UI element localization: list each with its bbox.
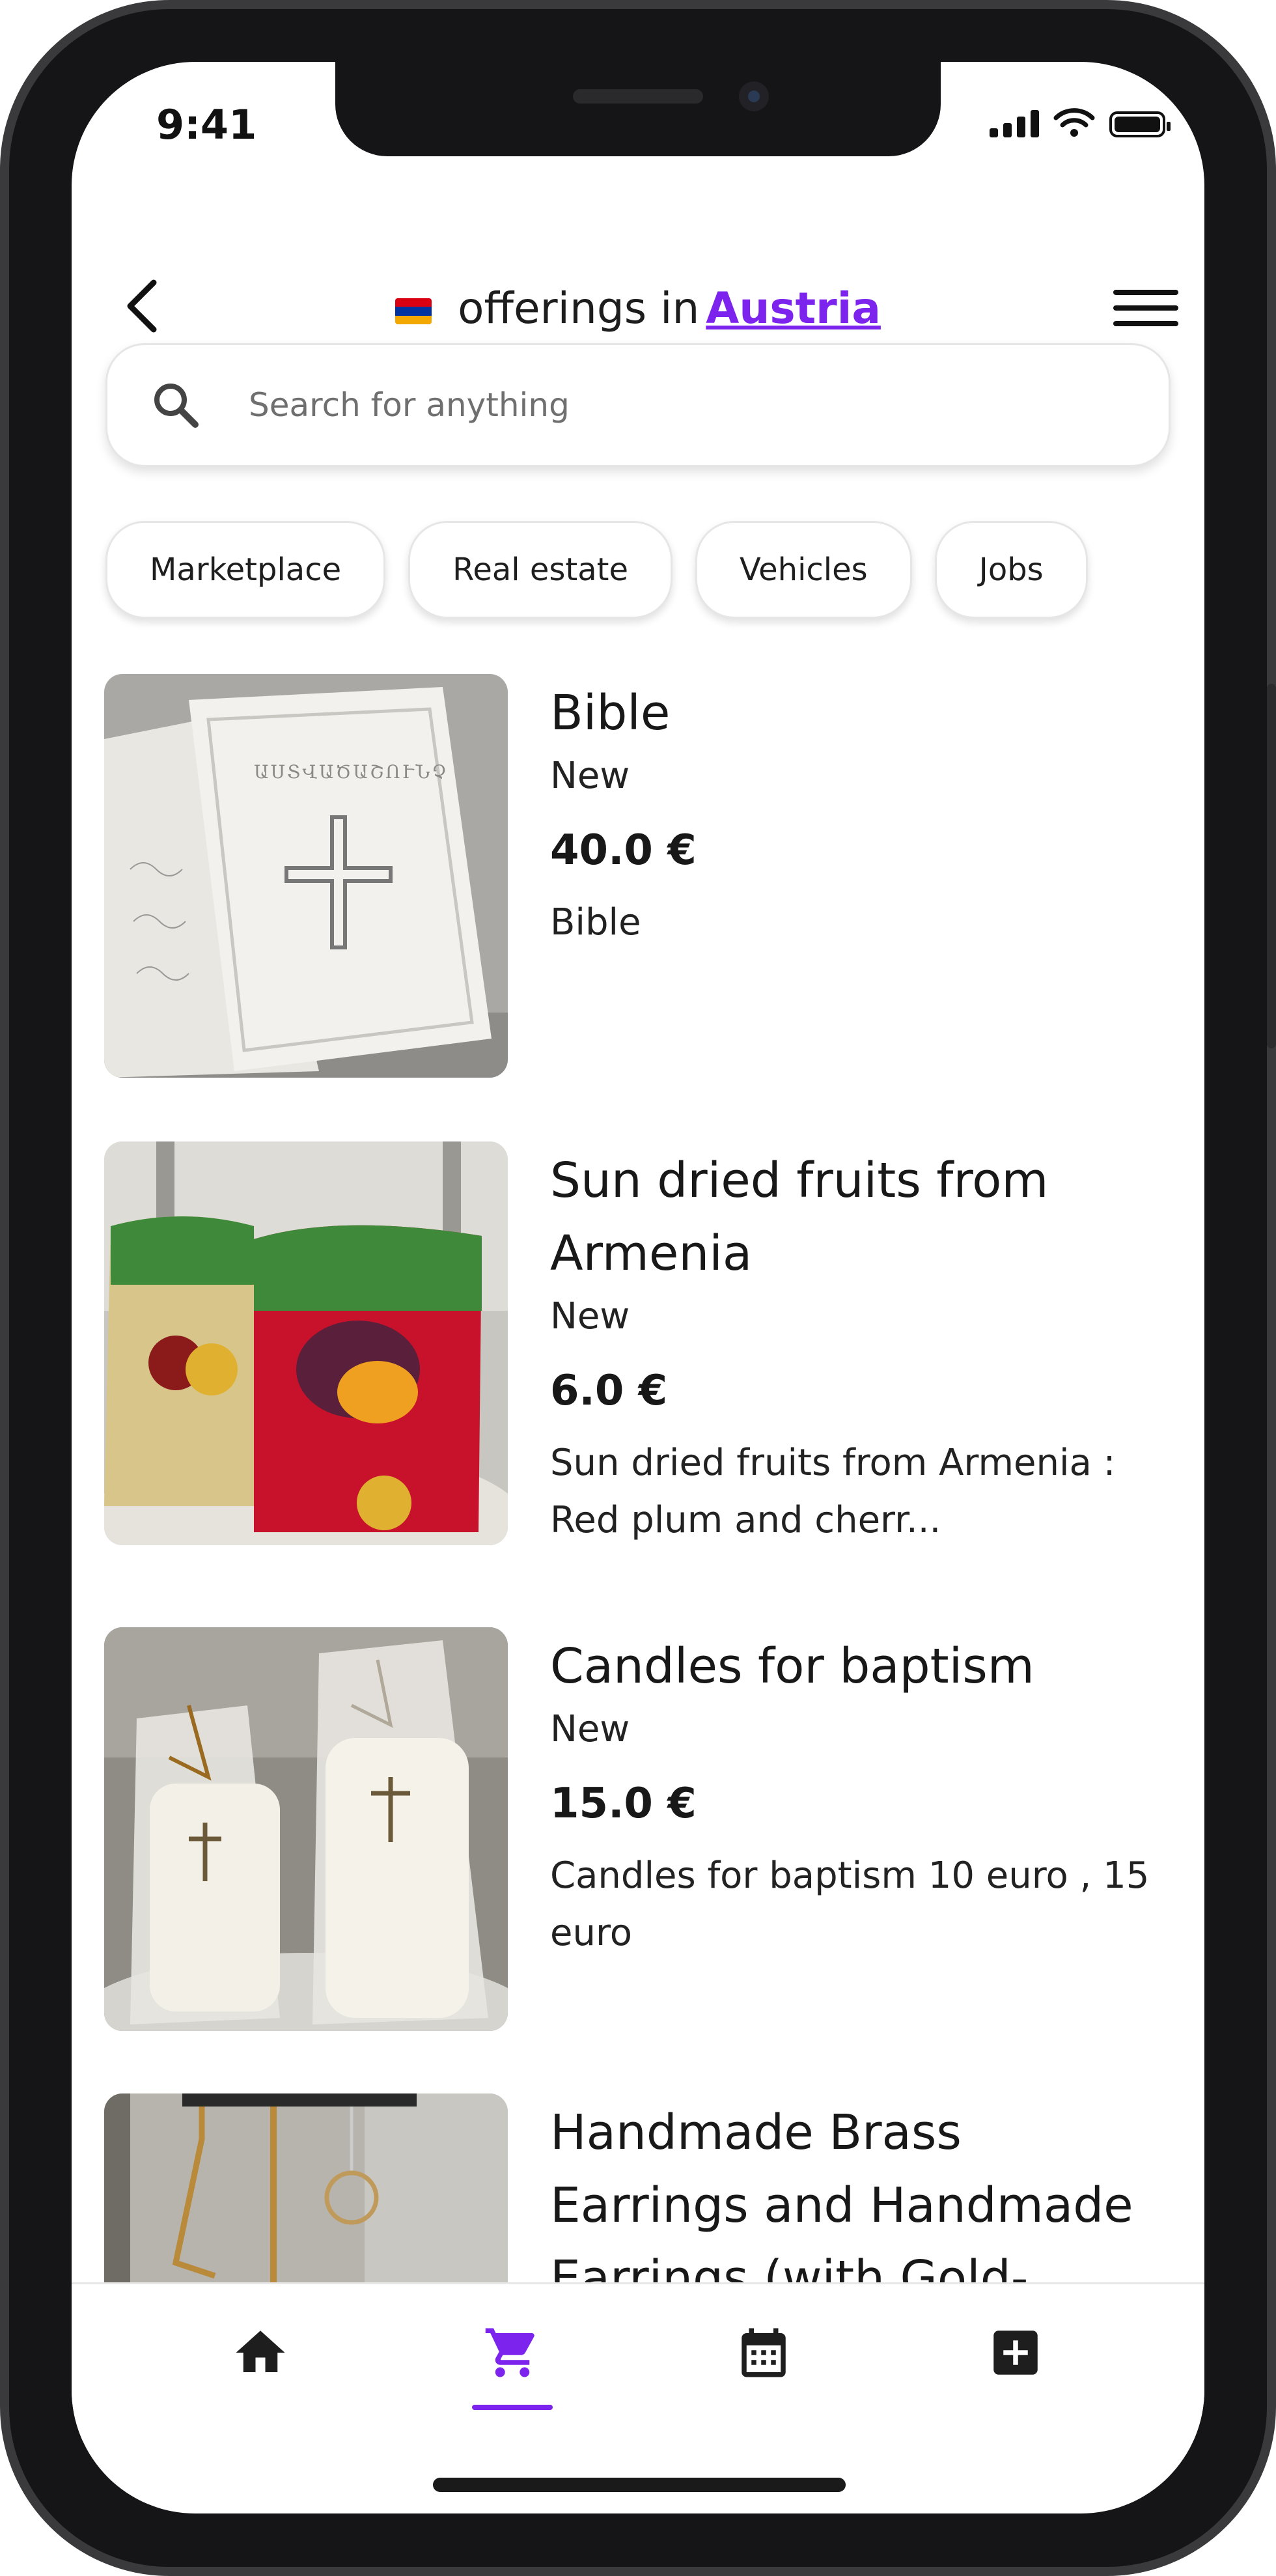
add-box-icon — [993, 2331, 1038, 2375]
listing-price: 40.0 € — [550, 826, 697, 875]
listing-info: Bible New 40.0 € Bible — [550, 674, 1175, 951]
status-time: 9:41 — [156, 101, 257, 148]
bottom-nav — [72, 2282, 1204, 2441]
active-tab-indicator — [472, 2405, 553, 2410]
listing-image — [104, 1141, 508, 1545]
cart-icon — [485, 2328, 534, 2377]
side-button — [1267, 684, 1276, 1048]
search-icon — [150, 379, 228, 431]
listing-info: Sun dried fruits from Armenia New 6.0 € … — [550, 1141, 1175, 1549]
notch — [335, 62, 941, 156]
search-bar[interactable] — [105, 343, 1171, 467]
chip-jobs[interactable]: Jobs — [934, 521, 1088, 619]
battery-icon — [1109, 111, 1171, 137]
listing-image: ԱՍՏՎԱԾԱՇՈՒՆՉ — [104, 674, 508, 1078]
search-input[interactable] — [247, 385, 1096, 425]
listing-info: Handmade Brass Earrings and Handmade Ear… — [550, 2093, 1172, 2282]
listing-price: 15.0 € — [550, 1780, 697, 1828]
listing-condition: New — [550, 1295, 630, 1337]
category-chips: Marketplace Real estate Vehicles Jobs — [105, 521, 1088, 619]
listing-price: 6.0 € — [550, 1367, 668, 1415]
listing-description: Candles for baptism 10 euro , 15 euro — [550, 1855, 1150, 1954]
home-icon — [236, 2331, 285, 2372]
chip-real-estate[interactable]: Real estate — [408, 521, 673, 619]
listing-item[interactable]: Candles for baptism New 15.0 € Candles f… — [104, 1627, 1172, 2044]
listing-title: Candles for baptism — [550, 1638, 1034, 1694]
nav-add[interactable] — [964, 2323, 1068, 2408]
listing-image — [104, 1627, 508, 2031]
listing-condition: New — [550, 1708, 630, 1750]
speaker-grille — [573, 89, 703, 104]
nav-marketplace[interactable] — [460, 2323, 564, 2408]
listing-condition: New — [550, 755, 630, 797]
svg-text:ԱՍՏՎԱԾԱՇՈՒՆՉ: ԱՍՏՎԱԾԱՇՈՒՆՉ — [254, 761, 449, 783]
listing-description: Bible — [550, 901, 641, 944]
page-title: offerings in Austria — [72, 283, 1204, 333]
front-camera — [739, 81, 769, 111]
nav-events[interactable] — [712, 2323, 816, 2408]
wifi-icon — [1053, 108, 1095, 137]
title-prefix: offerings in — [458, 283, 700, 333]
listing-title: Bible — [550, 685, 671, 741]
listing-image — [104, 2093, 508, 2282]
home-indicator — [433, 2478, 846, 2492]
listing-title: Sun dried fruits from Armenia — [550, 1153, 1049, 1281]
listing-item[interactable]: Handmade Brass Earrings and Handmade Ear… — [104, 2093, 1172, 2282]
chip-marketplace[interactable]: Marketplace — [105, 521, 386, 619]
armenia-flag-icon — [395, 298, 432, 324]
menu-button[interactable] — [1113, 282, 1178, 334]
nav-home[interactable] — [208, 2323, 312, 2408]
screen: 9:41 offerings in Austria Search for any… — [72, 62, 1204, 2513]
status-icons — [990, 107, 1171, 137]
listing-item[interactable]: ԱՍՏՎԱԾԱՇՈՒՆՉ Bible New 40.0 € Bible — [104, 674, 1172, 1091]
chip-vehicles[interactable]: Vehicles — [695, 521, 912, 619]
listing-item[interactable]: Sun dried fruits from Armenia New 6.0 € … — [104, 1141, 1172, 1584]
listing-description: Sun dried fruits from Armenia : Red plum… — [550, 1442, 1116, 1541]
listing-title: Handmade Brass Earrings and Handmade Ear… — [550, 2105, 1133, 2282]
country-link[interactable]: Austria — [706, 283, 881, 333]
listing-info: Candles for baptism New 15.0 € Candles f… — [550, 1627, 1175, 1962]
signal-icon — [990, 109, 1039, 137]
calendar-icon — [742, 2328, 786, 2377]
